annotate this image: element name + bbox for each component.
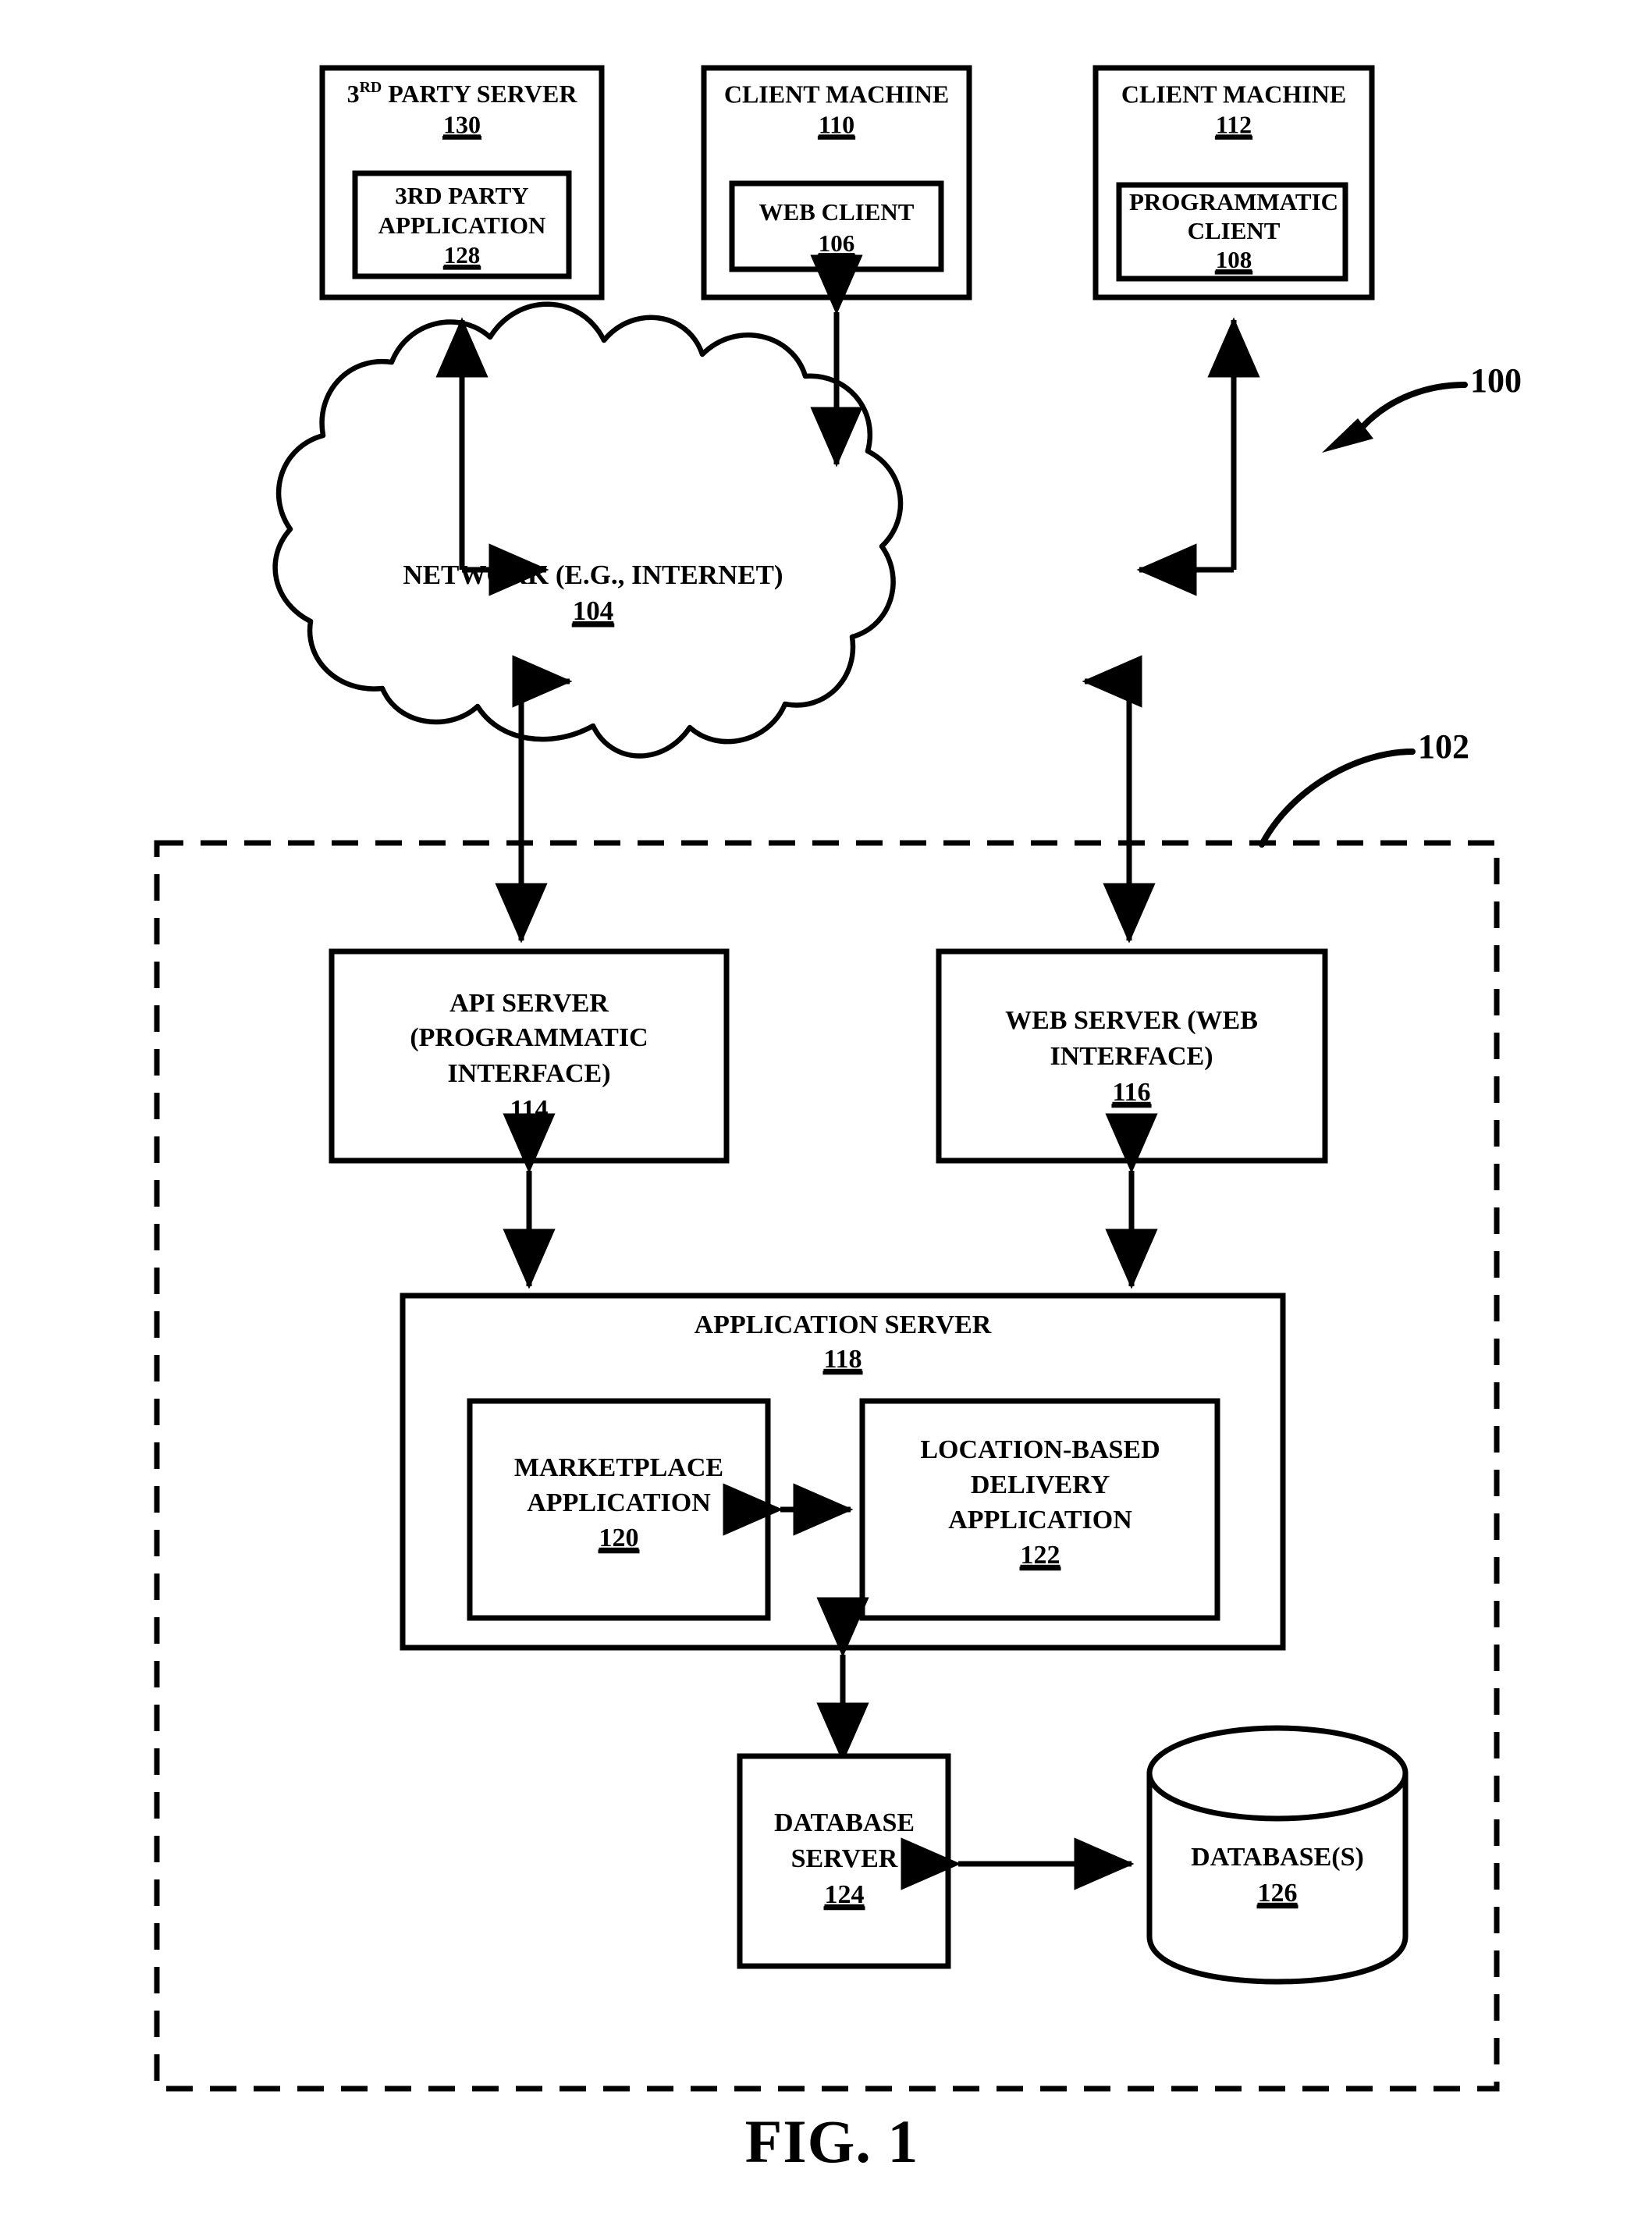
callout-102-label: 102 <box>1418 727 1469 766</box>
third-party-server-title-sup: RD <box>360 79 382 96</box>
web-server-line1: WEB SERVER (WEB <box>1005 1006 1258 1035</box>
programmatic-client-ref: 108 <box>1216 246 1252 273</box>
database-server-node: DATABASE SERVER 124 <box>737 1753 951 1969</box>
connector-client-112-network <box>1136 317 1260 596</box>
system-callout-100: 100 <box>1322 361 1522 453</box>
application-server-ref: 118 <box>823 1345 862 1374</box>
programmatic-client-line1: PROGRAMMATIC <box>1129 188 1338 215</box>
client-machine-112-node: CLIENT MACHINE 112 PROGRAMMATIC CLIENT 1… <box>1092 65 1375 300</box>
database-cylinder-top <box>1146 1725 1409 1822</box>
system-architecture-diagram: 3RD PARTY SERVER 130 3RD PARTY APPLICATI… <box>154 65 1522 2175</box>
database-server-ref: 124 <box>825 1880 865 1909</box>
api-server-line2: (PROGRAMMATIC <box>410 1023 648 1052</box>
client-machine-112-title: CLIENT MACHINE <box>1121 80 1346 108</box>
location-based-delivery-application-line3: APPLICATION <box>948 1506 1132 1534</box>
marketplace-application-node: MARKETPLACE APPLICATION 120 <box>467 1398 771 1621</box>
application-server-title: APPLICATION SERVER <box>695 1310 992 1339</box>
api-server-node: API SERVER (PROGRAMMATIC INTERFACE) 114 <box>329 948 730 1164</box>
third-party-server-node: 3RD PARTY SERVER 130 3RD PARTY APPLICATI… <box>319 65 605 300</box>
network-cloud-shape <box>272 301 904 759</box>
marketplace-application-line2: APPLICATION <box>527 1488 711 1517</box>
web-client-ref: 106 <box>819 229 855 257</box>
location-based-delivery-application-ref: 122 <box>1021 1541 1060 1570</box>
databases-node: DATABASE(S) 126 <box>1146 1725 1409 1985</box>
databases-title: DATABASE(S) <box>1191 1843 1364 1872</box>
location-based-delivery-application-line2: DELIVERY <box>971 1470 1110 1499</box>
third-party-server-title: 3RD PARTY SERVER <box>347 79 578 108</box>
marketplace-application-line1: MARKETPLACE <box>514 1453 723 1482</box>
database-server-line1: DATABASE <box>774 1808 915 1837</box>
location-based-delivery-application-line1: LOCATION-BASED <box>920 1435 1160 1464</box>
web-client-title: WEB CLIENT <box>759 198 915 226</box>
web-server-node: WEB SERVER (WEB INTERFACE) 116 <box>936 948 1328 1164</box>
api-server-line1: API SERVER <box>449 989 609 1018</box>
api-server-box <box>329 948 730 1164</box>
figure-caption: FIG. 1 <box>745 2107 919 2175</box>
callout-102-leader <box>1259 749 1416 848</box>
web-server-ref: 116 <box>1112 1078 1150 1107</box>
location-based-delivery-application-node: LOCATION-BASED DELIVERY APPLICATION 122 <box>859 1398 1220 1621</box>
client-machine-110-ref: 110 <box>819 110 854 138</box>
database-server-line2: SERVER <box>791 1844 898 1873</box>
network-ref: 104 <box>573 596 614 626</box>
network-cloud-node: NETWORK (E.G., INTERNET) 104 <box>272 301 904 759</box>
third-party-application-line1: 3RD PARTY <box>395 182 528 209</box>
application-server-node: APPLICATION SERVER 118 MARKETPLACE APPLI… <box>400 1293 1286 1651</box>
callout-100-label: 100 <box>1470 361 1522 400</box>
callout-100-leader <box>1359 382 1468 431</box>
databases-ref: 126 <box>1258 1879 1298 1908</box>
programmatic-client-line2: CLIENT <box>1188 217 1281 244</box>
client-machine-110-node: CLIENT MACHINE 110 WEB CLIENT 106 <box>701 65 972 300</box>
third-party-application-ref: 128 <box>444 241 481 268</box>
client-machine-110-title: CLIENT MACHINE <box>724 80 949 108</box>
web-server-line2: INTERFACE) <box>1050 1042 1213 1071</box>
patent-figure: 3RD PARTY SERVER 130 3RD PARTY APPLICATI… <box>0 0 1652 2226</box>
client-machine-112-ref: 112 <box>1216 110 1252 138</box>
marketplace-application-ref: 120 <box>599 1524 639 1552</box>
api-server-line3: INTERFACE) <box>447 1059 610 1088</box>
connector-network-web-server <box>1082 655 1156 944</box>
third-party-application-line2: APPLICATION <box>378 212 546 239</box>
api-server-ref: 114 <box>510 1095 548 1124</box>
third-party-server-ref: 130 <box>443 110 481 138</box>
